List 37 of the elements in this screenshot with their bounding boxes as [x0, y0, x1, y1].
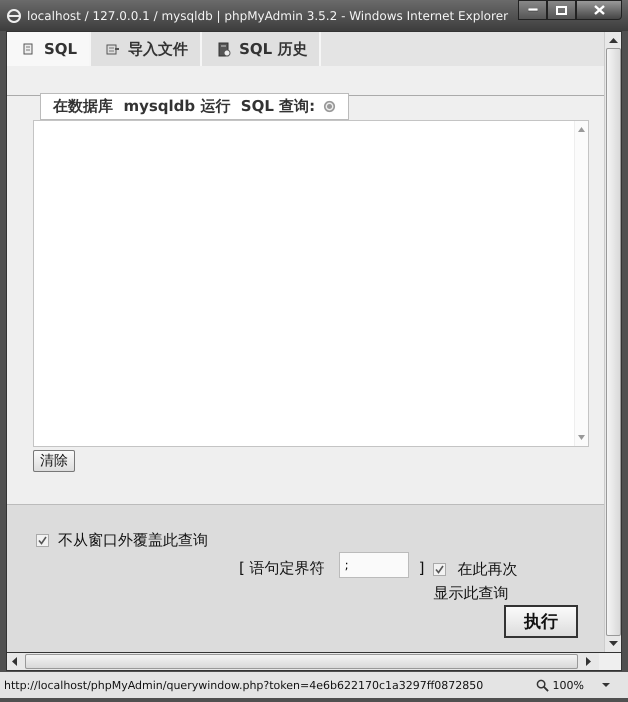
- book-icon: [216, 42, 232, 56]
- close-button[interactable]: [576, 0, 622, 20]
- horizontal-scrollbar[interactable]: [6, 653, 622, 671]
- document-arrow-icon: [105, 42, 120, 56]
- status-url: http://localhost/phpMyAdmin/querywindow.php?token=4e6b622170c1a3297ff0872850: [4, 678, 484, 692]
- tab[interactable]: SQL: [7, 32, 92, 66]
- clear-button[interactable]: 清除: [33, 450, 75, 472]
- help-icon[interactable]: [323, 100, 336, 113]
- checkbox-label: 不从窗口外覆盖此查询: [58, 531, 208, 550]
- checkbox-label: 在此再次: [457, 560, 518, 578]
- scroll-up-icon[interactable]: [608, 38, 618, 43]
- checkbox-label: 显示此查询: [433, 583, 508, 604]
- checkbox[interactable]: [433, 563, 446, 576]
- bracket: ]: [418, 559, 424, 577]
- zoom-level[interactable]: 100%: [552, 678, 584, 692]
- scroll-left-icon[interactable]: [12, 657, 17, 666]
- close-icon: [594, 5, 604, 15]
- maximize-icon: [556, 6, 567, 14]
- submit-button[interactable]: 执行: [504, 605, 578, 638]
- dropdown-arrow-icon[interactable]: [602, 683, 610, 687]
- minimize-button[interactable]: [518, 0, 547, 20]
- scroll-right-icon[interactable]: [586, 657, 591, 666]
- tab[interactable]: SQL 历史: [202, 32, 322, 66]
- vertical-scrollbar[interactable]: [604, 32, 621, 652]
- scroll-thumb[interactable]: [25, 654, 578, 669]
- minimize-icon: [528, 8, 538, 12]
- scroll-down-icon[interactable]: [608, 641, 618, 646]
- browser-logo-icon: [6, 8, 22, 24]
- delimiter-field[interactable]: ;: [338, 552, 409, 578]
- tab[interactable]: 导入文件: [91, 32, 202, 66]
- window-title: localhost / 127.0.0.1 / mysqldb | phpMyAdmin 3.5.2 - Windows Internet Explorer: [27, 8, 510, 22]
- zoom-icon[interactable]: [536, 678, 549, 692]
- legend-text: 在数据库 mysqldb 运行 SQL 查询:: [53, 97, 316, 116]
- scroll-thumb[interactable]: [606, 48, 620, 636]
- maximize-button[interactable]: [547, 0, 576, 20]
- checkbox[interactable]: [36, 534, 49, 547]
- delimiter-label: [ 语句定界符: [239, 559, 325, 578]
